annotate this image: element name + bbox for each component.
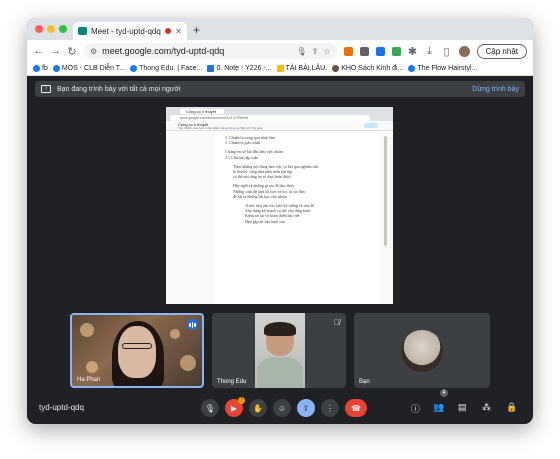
speaking-indicator-icon [187,319,198,330]
raise-hand-button[interactable]: ✋ [249,399,267,417]
share-button [364,123,378,128]
shared-browser-chrome: Công cụ lí thuyết docs.google.com/docume… [166,107,393,131]
present-button[interactable]: ⇧ [297,399,315,417]
forward-icon[interactable]: → [50,45,61,57]
mic-button[interactable]: 🎙 [201,399,219,417]
participant-name: Thong Edu [217,379,247,385]
zoom-window-button[interactable] [59,25,67,33]
meeting-controls: tyd-uptd-qdq 🎙 ▶! ✋ ☺ ⇧ ⋮ ☎ ⓘ 👥 4 ▤ ⁂ 🔒 [27,389,533,424]
bookmarks-bar: fb MOS - CLB Diễn T... Thong Edu. | Face… [27,62,533,76]
tab-bar: Meet - tyd-uptd-qdq ✕ + [27,18,533,40]
participant-tile-thong-edu[interactable]: 🎙̸ Thong Edu [212,313,346,388]
stop-presenting-button[interactable]: Dừng trình bày [472,86,519,93]
reactions-button[interactable]: ☺ [273,399,291,417]
host-controls-icon[interactable]: 🔒 [506,402,517,413]
people-count-badge: 4 [440,389,448,397]
activities-icon[interactable]: ⁂ [482,402,491,413]
doc-line: Hẹn gặp lại vào buổi sau [245,218,285,224]
profile-avatar[interactable] [458,45,470,57]
participant-tile-ha-phan[interactable]: Ha Phan [70,313,204,388]
meet-icon [78,27,87,35]
facebook-icon [408,65,416,72]
camera-button[interactable]: ▶! [225,397,245,417]
presenting-text: Bạn đang trình bày với tất cả mọi người [57,85,181,93]
chat-icon[interactable]: ▤ [458,402,467,413]
meeting-code: tyd-uptd-qdq [39,403,84,412]
facebook-icon [130,65,138,72]
browser-window: Meet - tyd-uptd-qdq ✕ + ← → ↻ ⚙ meet.goo… [27,18,533,424]
extension-icon[interactable] [375,46,385,56]
bookmark-item[interactable]: Thong Edu. | Face... [130,65,202,72]
participant-tile-self[interactable]: Bạn [354,313,490,388]
bookmark-item[interactable]: TÀI BÀI LẬU. [276,65,327,72]
doc-page-area: 2. Chuẩn bị trong quá trình làm 1. Chuẩn… [166,132,393,304]
new-tab-button[interactable]: + [193,23,200,37]
extension-icon[interactable] [359,46,369,56]
participant-name: Ha Phan [77,377,101,383]
puzzle-icon[interactable]: ✱ [408,45,418,58]
present-icon: ↑ [41,85,51,93]
back-icon[interactable]: ← [33,45,44,57]
facebook-icon [33,65,40,72]
doc-menus: Tệp Chỉnh sửa Xem Chèn Định dạng Công cụ… [178,126,263,130]
recording-icon [165,28,172,34]
extension-icon[interactable] [391,46,401,56]
bookmark-item[interactable]: The Flow Hairstyl... [408,65,477,72]
presenting-banner: ↑ Bạn đang trình bày với tất cả mọi ngườ… [35,81,525,97]
url-text: meet.google.com/tyd-uptd-qdq [102,46,225,56]
reload-icon[interactable]: ↻ [67,45,77,58]
tab-meet[interactable]: Meet - tyd-uptd-qdq ✕ [73,22,187,40]
mic-icon[interactable]: 🎙 [297,47,307,56]
info-icon[interactable]: ⓘ [411,402,420,415]
sidepanel-icon[interactable]: ▯ [442,45,452,58]
shared-tab: Công cụ lí thuyết [180,109,224,114]
doc-scrollbar [384,136,387,246]
bookmark-item[interactable]: KHO Sách Kinh đi... [332,65,403,72]
participant-avatar [401,330,443,372]
site-icon [332,65,340,72]
mic-muted-icon: 🎙̸ [334,318,340,327]
doc-paper: 2. Chuẩn bị trong quá trình làm 1. Chuẩn… [215,132,380,304]
site-info-icon[interactable]: ⚙ [90,47,97,56]
update-button[interactable]: Cập nhật [476,43,527,59]
folder-icon [276,65,284,72]
bookmark-item[interactable]: MOS - CLB Diễn T... [52,65,125,72]
extension-icon[interactable] [343,46,353,56]
more-options-button[interactable]: ⋮ [321,399,339,417]
warning-badge: ! [238,397,245,404]
close-window-button[interactable] [35,25,43,33]
tab-title: Meet - tyd-uptd-qdq [91,26,161,36]
people-icon[interactable]: 👥 [433,402,444,413]
doc-toolbar: Công cụ lí thuyết Tệp Chỉnh sửa Xem Chèn… [166,121,393,131]
doc-icon [207,65,215,72]
share-icon[interactable]: ⇪ [312,47,319,56]
shared-screen: Công cụ lí thuyết docs.google.com/docume… [166,107,393,304]
address-bar[interactable]: ⚙ meet.google.com/tyd-uptd-qdq 🎙 ⇪ ☆ [84,43,337,59]
facebook-icon [52,65,60,72]
bookmark-item[interactable]: 0. Note - Y226 -... [207,65,272,72]
bookmark-item[interactable]: fb [33,65,48,72]
minimize-window-button[interactable] [47,25,55,33]
navigation-bar: ← → ↻ ⚙ meet.google.com/tyd-uptd-qdq 🎙 ⇪… [27,40,533,62]
star-icon[interactable]: ☆ [323,47,330,56]
participant-name: Bạn [359,379,370,385]
download-icon[interactable]: ⤓ [425,45,435,58]
leave-call-button[interactable]: ☎ [345,399,367,417]
close-tab-icon[interactable]: ✕ [175,27,182,36]
